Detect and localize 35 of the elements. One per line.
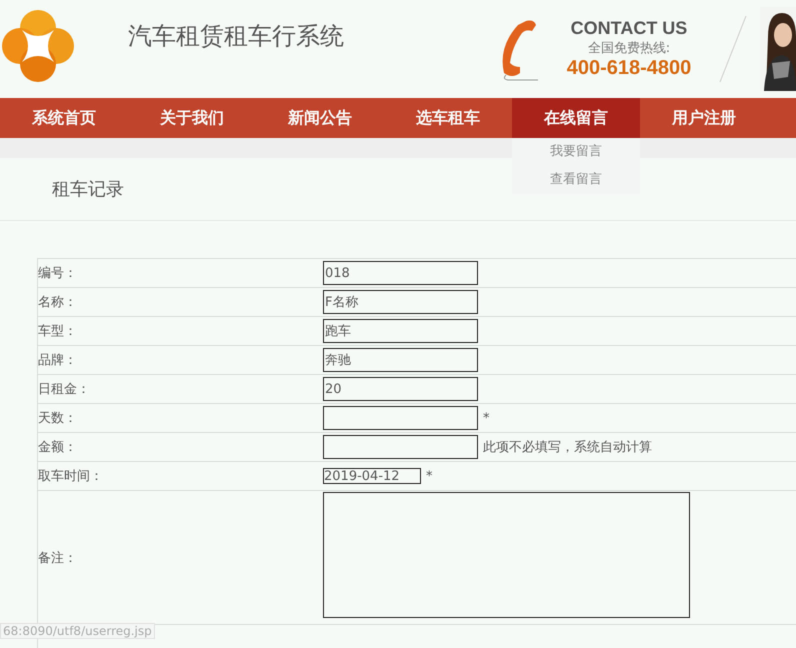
hotline-label: 全国免费热线:: [588, 40, 670, 57]
field-label: 取车时间：: [38, 469, 103, 484]
site-title: 汽车租赁租车行系统: [128, 21, 345, 52]
nav-item[interactable]: 用户注册: [640, 98, 768, 138]
field-label: 车型：: [38, 324, 77, 339]
field-label: 天数：: [38, 411, 77, 426]
nav-item[interactable]: 选车租车: [384, 98, 512, 138]
nav-item[interactable]: 系统首页: [0, 98, 128, 138]
logo-icon: [0, 8, 76, 84]
remarks-textarea[interactable]: [323, 492, 690, 618]
input-field[interactable]: 018: [323, 261, 478, 285]
hotline-number: 400-618-4800: [566, 57, 692, 80]
input-field[interactable]: 20: [323, 377, 478, 401]
field-label: 备注：: [38, 550, 77, 566]
input-field[interactable]: [323, 435, 478, 459]
page-title: 租车记录: [52, 178, 124, 201]
input-field[interactable]: 奔驰: [323, 348, 478, 372]
input-field[interactable]: 跑车: [323, 319, 478, 343]
status-url: 68:8090/utf8/userreg.jsp: [0, 623, 155, 639]
field-note: *: [483, 410, 490, 426]
nav-item[interactable]: 新闻公告: [256, 98, 384, 138]
contact-heading: CONTACT US: [570, 18, 688, 39]
field-note: 此项不必填写，系统自动计算: [483, 440, 652, 455]
nav-item[interactable]: 在线留言: [512, 98, 640, 138]
field-label: 日租金：: [38, 382, 90, 397]
nav-item[interactable]: 关于我们: [128, 98, 256, 138]
input-field[interactable]: [323, 406, 478, 430]
field-label: 品牌：: [38, 353, 77, 368]
field-label: 编号：: [38, 266, 77, 281]
input-field[interactable]: F名称: [323, 290, 478, 314]
divider-line: [718, 14, 748, 84]
date-field[interactable]: 2019-04-12: [323, 468, 421, 484]
field-note: *: [426, 468, 432, 484]
field-label: 金额：: [38, 440, 77, 455]
field-label: 名称：: [38, 295, 77, 310]
